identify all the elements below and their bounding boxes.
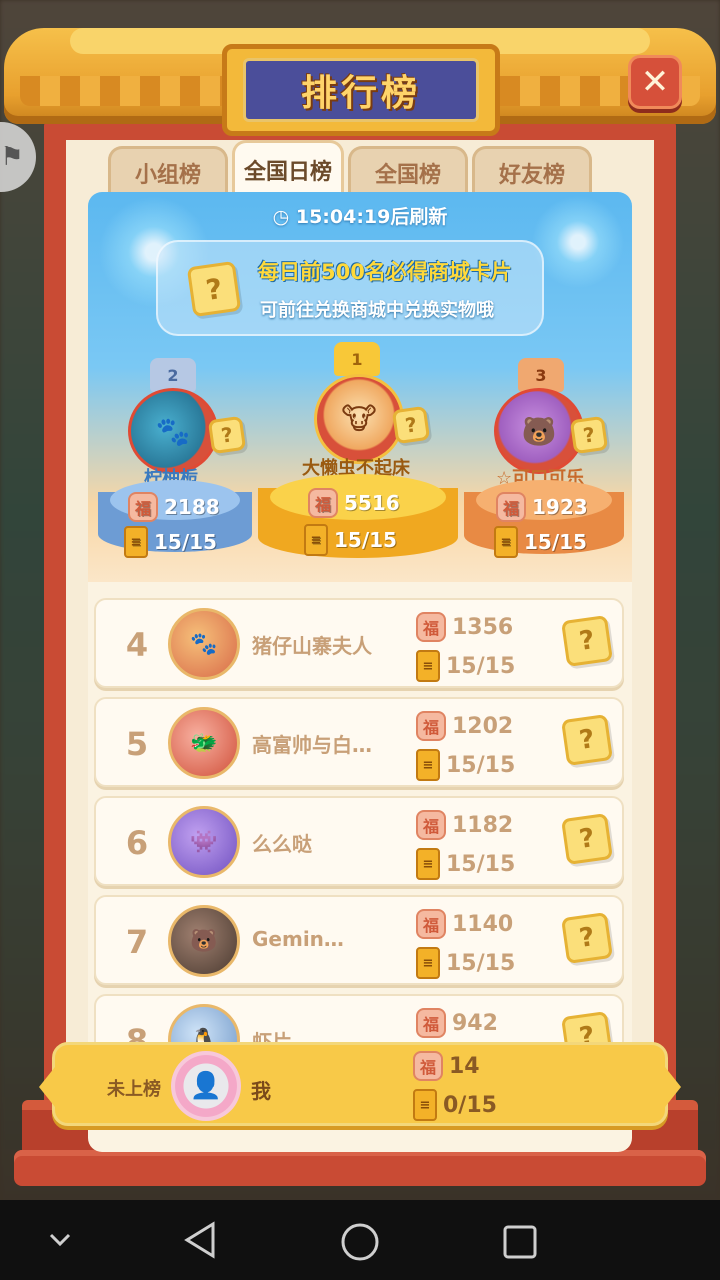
tab-bar: 小组榜 全国日榜 全国榜 好友榜 (108, 140, 596, 196)
fu-coin-icon: 福 (416, 810, 446, 840)
mystery-card-icon: ? (391, 405, 431, 445)
rank-number: 6 (125, 824, 149, 862)
progress-stat: ≡ 15/15 (124, 526, 217, 558)
clock-icon: ◷ (272, 206, 290, 228)
close-icon: ✕ (640, 62, 670, 102)
book-icon: ≡ (124, 526, 148, 558)
reward-banner[interactable]: ? 每日前500名必得商城卡片 可前往兑换商城中兑换实物哦 (156, 240, 544, 336)
avatar: 👾 (168, 806, 240, 878)
my-name: 我 (251, 1079, 271, 1103)
leaderboard-panel[interactable]: ◷ 15:04:19后刷新 ? 每日前500名必得商城卡片 可前往兑换商城中兑换… (88, 192, 632, 1152)
rank-number: 5 (125, 725, 149, 763)
system-nav-bar (0, 1200, 720, 1280)
tab-group[interactable]: 小组榜 (108, 146, 228, 196)
tab-national[interactable]: 全国榜 (348, 146, 468, 196)
score-stat: 福 1202 (416, 711, 513, 741)
list-item[interactable]: 6 👾 么么哒 福 1182 ≡ 15/15 ? (94, 796, 624, 886)
mystery-card-icon: ? (186, 260, 242, 318)
book-icon: ≡ (416, 749, 440, 781)
podium-first[interactable]: 1 🐮 ? 大懒虫不起床 福 5516 ≡ 15/15 (258, 338, 458, 568)
reward-card-button[interactable]: ? (561, 615, 613, 667)
score-stat: 福 1923 (496, 492, 588, 522)
banner-subtext: 可前往兑换商城中兑换实物哦 (260, 300, 494, 321)
fu-coin-icon: 福 (496, 492, 526, 522)
mystery-card-icon: ? (561, 813, 613, 865)
banner-headline: 每日前500名必得商城卡片 (258, 260, 512, 284)
recents-icon[interactable] (500, 1222, 540, 1262)
tab-national-daily[interactable]: 全国日榜 (232, 140, 344, 196)
progress-stat: ≡ 15/15 (416, 650, 515, 682)
score-stat: 福 5516 (308, 488, 400, 518)
fu-coin-icon: 福 (416, 711, 446, 741)
podium-area: ◷ 15:04:19后刷新 ? 每日前500名必得商城卡片 可前往兑换商城中兑换… (88, 192, 632, 582)
crown-icon: 1 (334, 342, 380, 376)
avatar: 🐾 (168, 608, 240, 680)
rank-number: 4 (125, 626, 149, 664)
refresh-countdown: ◷ 15:04:19后刷新 (272, 206, 448, 228)
progress-stat: ≡ 15/15 (416, 947, 515, 979)
score-stat: 福 1182 (416, 810, 513, 840)
progress-stat: ≡ 15/15 (416, 749, 515, 781)
rank-number: 7 (125, 923, 149, 961)
player-name: Gemin… (252, 927, 344, 951)
fu-coin-icon: 福 (128, 492, 158, 522)
list-item[interactable]: 5 🐲 高富帅与白… 福 1202 ≡ 15/15 ? (94, 697, 624, 787)
tab-friends[interactable]: 好友榜 (472, 146, 592, 196)
mystery-card-icon: ? (561, 615, 613, 667)
book-icon: ≡ (416, 947, 440, 979)
close-button[interactable]: ✕ (628, 55, 682, 109)
avatar: 👤 (171, 1051, 241, 1121)
book-icon: ≡ (416, 848, 440, 880)
mystery-card-icon: ? (207, 415, 247, 455)
home-icon[interactable] (338, 1220, 382, 1264)
mystery-card-icon: ? (561, 912, 613, 964)
back-icon[interactable] (180, 1220, 220, 1260)
avatar: 🐲 (168, 707, 240, 779)
avatar: 🐾 (128, 388, 218, 474)
list-item[interactable]: 4 🐾 猪仔山寨夫人 福 1356 ≡ 15/15 ? (94, 598, 624, 688)
reward-card-button[interactable]: ? (561, 813, 613, 865)
score-stat: 福 1140 (416, 909, 513, 939)
progress-stat: ≡ 15/15 (416, 848, 515, 880)
player-name: 么么哒 (252, 832, 312, 856)
avatar: 🐮 (314, 374, 404, 464)
crown-icon: 3 (518, 358, 564, 392)
progress-stat: ≡ 15/15 (304, 524, 397, 556)
reward-card-button[interactable]: ? (561, 912, 613, 964)
player-name: 高富帅与白… (252, 733, 372, 757)
fu-coin-icon: 福 (308, 488, 338, 518)
player-name: 猪仔山寨夫人 (252, 634, 372, 658)
book-icon: ≡ (413, 1089, 437, 1121)
book-icon: ≡ (304, 524, 328, 556)
mystery-card-icon: ? (569, 415, 609, 455)
podium-second[interactable]: 2 🐾 ? 柠柚栀 福 2188 ≡ 15/15 (94, 352, 254, 562)
progress-stat: ≡ 0/15 (413, 1089, 497, 1121)
my-rank-label: 未上榜 (107, 1079, 161, 1100)
score-stat: 福 1356 (416, 612, 513, 642)
my-rank-bar[interactable]: 未上榜 👤 我 福 14 ≡ 0/15 (39, 1042, 681, 1126)
avatar: 🐻 (168, 905, 240, 977)
fu-coin-icon: 福 (416, 909, 446, 939)
page-title: 排行榜 (300, 73, 421, 114)
progress-stat: ≡ 15/15 (494, 526, 587, 558)
title-plaque: 排行榜 (222, 44, 500, 136)
score-stat: 福 14 (413, 1051, 480, 1081)
reward-card-button[interactable]: ? (561, 714, 613, 766)
book-icon: ≡ (494, 526, 518, 558)
score-stat: 福 942 (416, 1008, 498, 1038)
podium-third[interactable]: 3 🐻 ? ☆可口可乐 福 1923 ≡ 15/15 (464, 352, 628, 562)
mystery-card-icon: ? (561, 714, 613, 766)
fu-coin-icon: 福 (413, 1051, 443, 1081)
score-stat: 福 2188 (128, 492, 220, 522)
fu-coin-icon: 福 (416, 612, 446, 642)
book-icon: ≡ (416, 650, 440, 682)
list-item[interactable]: 7 🐻 Gemin… 福 1140 ≡ 15/15 ? (94, 895, 624, 985)
chevron-down-icon[interactable] (44, 1224, 76, 1256)
board-frame-bottom (14, 1150, 706, 1186)
crown-icon: 2 (150, 358, 196, 392)
fu-coin-icon: 福 (416, 1008, 446, 1038)
